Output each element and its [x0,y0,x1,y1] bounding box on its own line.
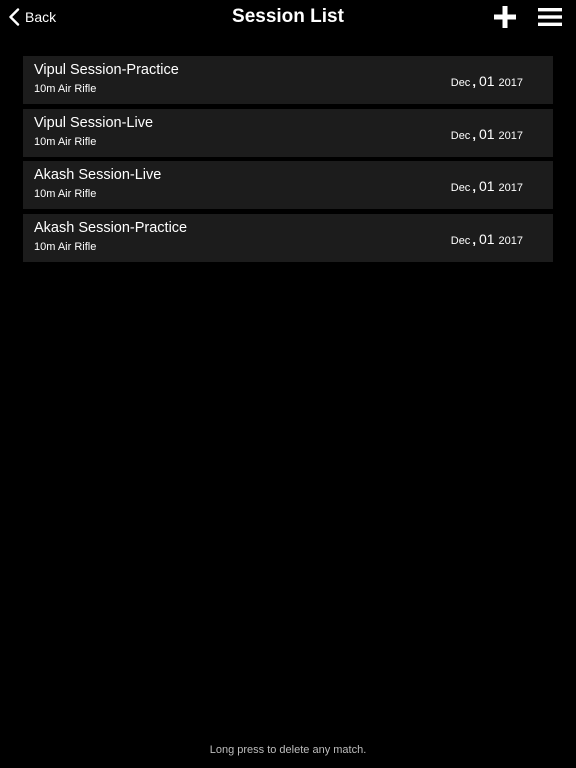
session-event-type: 10m Air Rifle [34,135,97,148]
list-item[interactable]: Vipul Session-Practice 10m Air Rifle Dec… [23,56,553,104]
delete-hint: Long press to delete any match. [209,744,367,756]
session-list-screen: Back Session List Vipul Session-Practice… [0,0,576,768]
date-year: 2017 [498,182,523,194]
date-year: 2017 [498,77,523,89]
plus-icon [493,6,517,33]
list-item[interactable]: Akash Session-Practice 10m Air Rifle Dec… [23,213,553,262]
date-day: 01 [478,230,495,247]
session-name: Akash Session-Practice [34,219,188,236]
date-month: Dec [450,77,471,89]
date-day: 01 [478,125,495,142]
session-event-type: 10m Air Rifle [34,83,97,95]
date-separator: , [472,179,476,194]
date-day: 01 [478,73,495,89]
session-event-type: 10m Air Rifle [34,188,97,200]
date-year: 2017 [498,234,523,247]
back-button[interactable]: Back [8,6,56,28]
session-name: Vipul Session-Live [34,114,154,131]
date-month: Dec [450,182,471,194]
date-month: Dec [450,234,471,247]
date-separator: , [472,74,476,89]
session-date: Dec, 01 2017 [451,231,523,249]
chevron-left-icon [8,8,20,26]
list-item[interactable]: Vipul Session-Live 10m Air Rifle Dec, 01 2… [23,108,553,157]
date-day: 01 [478,178,495,194]
hamburger-menu-icon [538,8,562,30]
nav-bar: Back Session List [0,0,576,36]
session-name: Vipul Session-Practice [34,62,179,78]
date-separator: , [472,231,476,247]
session-date: Dec, 01 2017 [451,73,523,91]
add-session-button[interactable] [493,5,517,29]
date-separator: , [472,126,476,142]
date-month: Dec [450,129,471,142]
session-date: Dec, 01 2017 [451,178,523,196]
session-list: Vipul Session-Practice 10m Air Rifle Dec… [23,56,553,266]
date-year: 2017 [498,129,523,142]
session-name: Akash Session-Live [34,167,162,183]
session-date: Dec, 01 2017 [451,126,523,144]
back-label: Back [25,9,57,25]
menu-button[interactable] [538,8,562,26]
page-title: Session List [232,6,344,27]
session-event-type: 10m Air Rifle [34,240,97,253]
list-item[interactable]: Akash Session-Live 10m Air Rifle Dec, 01 2… [23,161,553,209]
